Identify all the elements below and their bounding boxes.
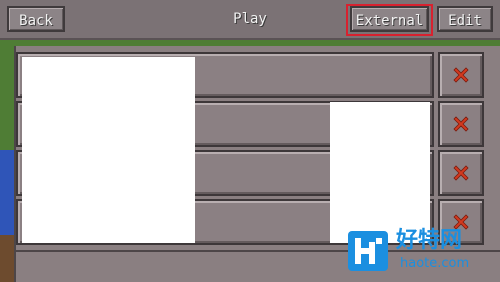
delete-world-button-2[interactable] [438,101,484,147]
page-title: Play [233,11,267,27]
delete-world-button-1[interactable] [438,52,484,98]
white-overlay-right [330,102,430,243]
x-icon [453,116,469,132]
white-overlay-left [22,57,195,243]
haote-logo-icon [348,231,388,271]
edit-button[interactable]: Edit [437,6,493,32]
x-icon [453,165,469,181]
top-toolbar: Back Play External Edit [0,0,500,40]
back-button[interactable]: Back [7,6,65,32]
x-icon [453,67,469,83]
delete-world-button-3[interactable] [438,150,484,196]
watermark-en-text: haote.com [400,256,470,271]
external-highlight-box [346,4,433,36]
watermark-cn-text: 好特网 [396,228,463,253]
